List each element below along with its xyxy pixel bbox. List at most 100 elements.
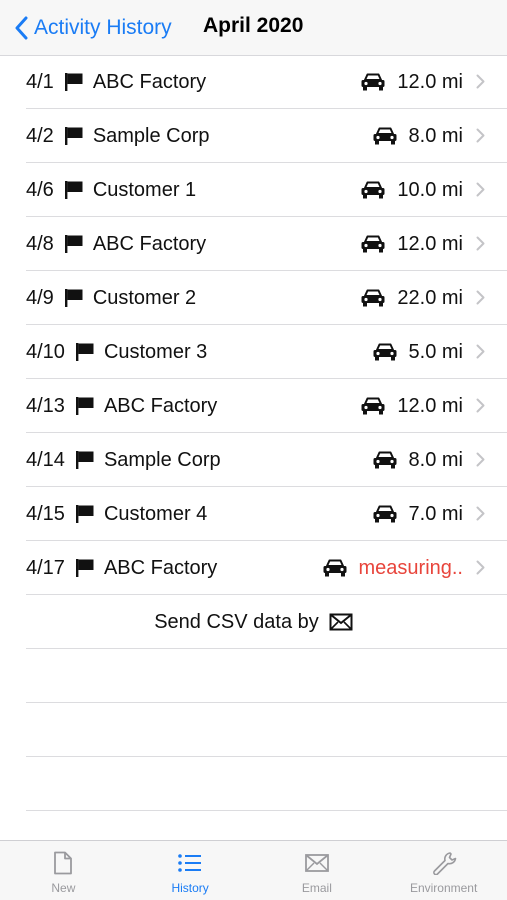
car-icon-wrap xyxy=(372,342,398,362)
chevron-left-icon xyxy=(15,16,28,40)
car-icon-wrap xyxy=(360,288,386,308)
flag-icon xyxy=(64,73,83,91)
activity-place: Customer 4 xyxy=(103,502,208,525)
activity-row[interactable]: 4/6 Customer 1 10.0 mi xyxy=(0,163,507,217)
distance-group: 22.0 mi xyxy=(360,271,463,325)
car-icon-wrap xyxy=(372,450,398,470)
chevron-right-icon xyxy=(476,236,485,251)
chevron-right-icon xyxy=(476,344,485,359)
send-csv-label: Send CSV data by xyxy=(154,610,319,633)
chevron-right-icon xyxy=(476,560,485,575)
activity-distance: 12.0 mi xyxy=(397,70,463,93)
chevron-right-icon xyxy=(476,506,485,521)
activity-distance: 5.0 mi xyxy=(408,340,463,363)
activity-row[interactable]: 4/17 ABC Factory measuring.. xyxy=(0,541,507,595)
flag-icon xyxy=(75,397,94,415)
activity-row[interactable]: 4/10 Customer 3 5.0 mi xyxy=(0,325,507,379)
car-icon xyxy=(361,181,385,199)
distance-group: measuring.. xyxy=(322,541,464,595)
activity-row[interactable]: 4/8 ABC Factory 12.0 mi xyxy=(0,217,507,271)
distance-group: 8.0 mi xyxy=(372,433,463,487)
tab-environment[interactable]: Environment xyxy=(380,841,507,900)
flag-icon xyxy=(64,127,83,145)
activity-distance: measuring.. xyxy=(358,556,464,579)
flag-icon-wrap xyxy=(75,396,95,416)
activity-date: 4/2 xyxy=(26,124,54,147)
car-icon xyxy=(323,559,346,577)
chevron-right-icon xyxy=(476,74,485,89)
distance-group: 12.0 mi xyxy=(360,217,463,271)
tab-bar: New History Email Environment xyxy=(0,840,507,900)
activity-date: 4/13 xyxy=(26,394,65,417)
flag-icon xyxy=(75,505,94,523)
car-icon xyxy=(361,73,385,91)
flag-icon xyxy=(75,451,94,469)
back-button[interactable]: Activity History xyxy=(14,12,172,44)
activity-place: ABC Factory xyxy=(92,232,207,255)
tab-history[interactable]: History xyxy=(127,841,254,900)
activity-row[interactable]: 4/15 Customer 4 7.0 mi xyxy=(0,487,507,541)
activity-distance: 12.0 mi xyxy=(397,232,463,255)
flag-icon xyxy=(75,343,94,361)
car-icon-wrap xyxy=(372,126,398,146)
activity-row[interactable]: 4/9 Customer 2 22.0 mi xyxy=(0,271,507,325)
activity-distance: 8.0 mi xyxy=(408,448,463,471)
flag-icon-wrap xyxy=(64,72,84,92)
flag-icon-wrap xyxy=(75,504,95,524)
car-icon xyxy=(361,289,385,307)
car-icon-wrap xyxy=(360,180,386,200)
activity-distance: 7.0 mi xyxy=(408,502,463,525)
flag-icon-wrap xyxy=(75,450,95,470)
activity-distance: 8.0 mi xyxy=(408,124,463,147)
tab-new[interactable]: New xyxy=(0,841,127,900)
chevron-right-icon xyxy=(476,290,485,305)
distance-group: 12.0 mi xyxy=(360,379,463,433)
flag-icon xyxy=(64,289,83,307)
activity-place: Customer 3 xyxy=(103,340,208,363)
distance-group: 5.0 mi xyxy=(372,325,463,379)
flag-icon-wrap xyxy=(64,288,84,308)
car-icon-wrap xyxy=(360,72,386,92)
chevron-right-icon xyxy=(476,398,485,413)
activity-date: 4/9 xyxy=(26,286,54,309)
chevron-right-icon xyxy=(476,452,485,467)
car-icon xyxy=(373,505,397,523)
flag-icon xyxy=(64,181,83,199)
tab-email[interactable]: Email xyxy=(254,841,381,900)
send-csv-button[interactable]: Send CSV data by xyxy=(0,595,507,649)
activity-row[interactable]: 4/14 Sample Corp 8.0 mi xyxy=(0,433,507,487)
activity-row[interactable]: 4/1 ABC Factory 12.0 mi xyxy=(0,55,507,109)
document-icon xyxy=(54,851,73,875)
car-icon xyxy=(373,451,397,469)
flag-icon xyxy=(75,559,94,577)
activity-date: 4/17 xyxy=(26,556,65,579)
car-icon xyxy=(373,127,397,145)
activity-date: 4/14 xyxy=(26,448,65,471)
activity-row[interactable]: 4/2 Sample Corp 8.0 mi xyxy=(0,109,507,163)
activity-distance: 10.0 mi xyxy=(397,178,463,201)
empty-list-row xyxy=(0,649,507,703)
activity-distance: 12.0 mi xyxy=(397,394,463,417)
tab-label: Email xyxy=(301,881,332,895)
chevron-right-icon xyxy=(476,128,485,143)
distance-group: 8.0 mi xyxy=(372,109,463,163)
list-icon xyxy=(178,854,202,872)
empty-list-row xyxy=(0,757,507,811)
flag-icon-wrap xyxy=(75,342,95,362)
activity-place: Customer 1 xyxy=(92,178,197,201)
car-icon xyxy=(361,397,385,415)
page-title: April 2020 xyxy=(203,14,304,37)
car-icon-wrap xyxy=(360,234,386,254)
activity-date: 4/15 xyxy=(26,502,65,525)
tab-label: History xyxy=(171,881,209,895)
back-button-label: Activity History xyxy=(34,16,172,39)
activity-row[interactable]: 4/13 ABC Factory 12.0 mi xyxy=(0,379,507,433)
navigation-bar: Activity History April 2020 xyxy=(0,0,507,56)
distance-group: 10.0 mi xyxy=(360,163,463,217)
car-icon-wrap xyxy=(372,504,398,524)
activity-place: Sample Corp xyxy=(92,124,210,147)
flag-icon xyxy=(64,235,83,253)
car-icon xyxy=(361,235,385,253)
car-icon-wrap xyxy=(360,396,386,416)
chevron-right-icon xyxy=(476,182,485,197)
